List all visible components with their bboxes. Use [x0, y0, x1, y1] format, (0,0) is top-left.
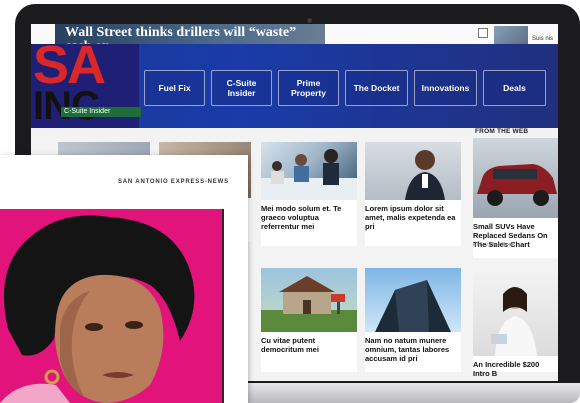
nav-innovations[interactable]: Innovations: [414, 70, 477, 106]
article-image-office: [261, 142, 357, 200]
article-image-portrait: [365, 142, 461, 200]
article-image-building: [365, 268, 461, 332]
nav-c-suite-insider[interactable]: C-Suite Insider: [211, 70, 272, 106]
article-caption[interactable]: Cu vitae putent democritum mei: [261, 336, 357, 354]
strip-text: Suis nis: [532, 36, 554, 42]
sponsored-source: Kelley Blue Book: [473, 242, 515, 248]
checkbox-icon[interactable]: [478, 28, 488, 38]
article-caption[interactable]: Lorem ipsum dolor sit amet, malis expete…: [365, 204, 461, 231]
nav-fuel-fix[interactable]: Fuel Fix: [144, 70, 205, 106]
newspaper-masthead: SAN ANTONIO EXPRESS-NEWS: [118, 179, 229, 185]
nav-the-docket[interactable]: The Docket: [345, 70, 408, 106]
sponsored-caption[interactable]: An Incredible $200 Intro B: [473, 360, 558, 378]
laptop-base: [220, 383, 580, 403]
portrait-illustration: [0, 209, 222, 403]
article-card[interactable]: Mei modo solum et. Te graeco voluptua re…: [261, 142, 357, 246]
banner-nav: Fuel Fix C-Suite Insider Prime Property …: [144, 70, 546, 106]
article-caption[interactable]: Mei modo solum et. Te graeco voluptua re…: [261, 204, 357, 231]
nav-deals[interactable]: Deals: [483, 70, 546, 106]
camera-icon: [307, 18, 312, 23]
sponsored-image-woman-phone: [473, 272, 558, 356]
sponsored-card[interactable]: Small SUVs Have Replaced Sedans On The S…: [473, 138, 558, 258]
article-card[interactable]: Nam no natum munere omnium, tantas labor…: [365, 268, 461, 372]
logo-tagline: C-Suite Insider: [61, 107, 141, 117]
sponsored-card[interactable]: An Incredible $200 Intro B: [473, 272, 558, 378]
article-card[interactable]: Lorem ipsum dolor sit amet, malis expete…: [365, 142, 461, 246]
from-the-web-label: FROM THE WEB: [475, 128, 529, 135]
newspaper-column-rule: [222, 209, 224, 403]
article-caption[interactable]: Nam no natum munere omnium, tantas labor…: [365, 336, 461, 363]
article-image-house: [261, 268, 357, 332]
newspaper-page: SAN ANTONIO EXPRESS-NEWS: [0, 155, 248, 403]
nav-prime-property[interactable]: Prime Property: [278, 70, 339, 106]
strip-thumbnail[interactable]: [494, 26, 528, 44]
sponsored-image-suv: [473, 138, 558, 218]
article-card[interactable]: Cu vitae putent democritum mei: [261, 268, 357, 372]
logo-inc-text: INC: [33, 84, 100, 128]
